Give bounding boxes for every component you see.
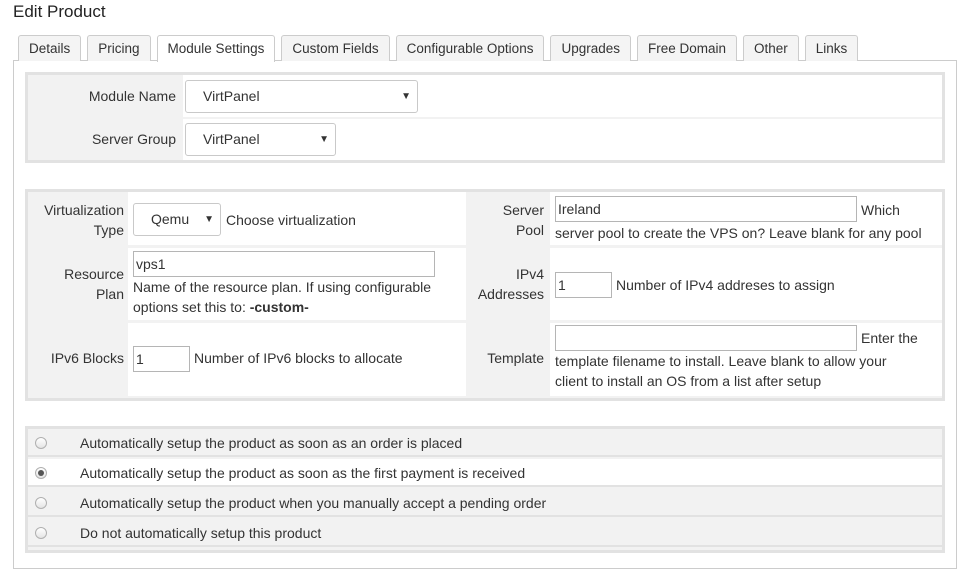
- virtualization-type-label: Virtualization Type: [44, 202, 124, 238]
- tab-configurable-options[interactable]: Configurable Options: [395, 35, 545, 61]
- template-note-2: template filename to install. Leave blan…: [555, 353, 887, 369]
- tab-details[interactable]: Details: [18, 35, 82, 61]
- ipv6-blocks-input[interactable]: 1: [133, 346, 190, 372]
- radio-button-checked[interactable]: [35, 467, 47, 479]
- server-group-label: Server Group: [91, 131, 176, 147]
- setup-option-row[interactable]: Do not automatically setup this product: [28, 519, 942, 547]
- radio-button[interactable]: [35, 527, 47, 539]
- chevron-down-icon: ▼: [401, 91, 411, 102]
- radio-button[interactable]: [35, 497, 47, 509]
- virtualization-type-value: Qemu: [151, 211, 190, 227]
- virtualization-type-note: Choose virtualization: [226, 212, 356, 228]
- ipv4-addresses-input[interactable]: 1: [555, 272, 612, 298]
- tab-upgrades[interactable]: Upgrades: [550, 35, 631, 61]
- tab-content: Module Name VirtPanel ▼ Server Group Vir…: [13, 60, 957, 569]
- setup-option-row[interactable]: Automatically setup the product as soon …: [28, 459, 942, 487]
- module-name-value: VirtPanel: [203, 88, 260, 104]
- ipv4-addresses-note: Number of IPv4 addreses to assign: [616, 277, 835, 293]
- resource-plan-input[interactable]: vps1: [133, 251, 435, 277]
- page-title: Edit Product: [13, 2, 106, 21]
- module-name-select[interactable]: VirtPanel ▼: [185, 80, 418, 113]
- ipv6-blocks-label: IPv6 Blocks: [50, 350, 124, 366]
- server-group-value: VirtPanel: [203, 131, 260, 147]
- ipv6-blocks-note: Number of IPv6 blocks to allocate: [194, 350, 403, 366]
- module-name-row: Module Name VirtPanel ▼: [28, 75, 942, 117]
- template-label: Template: [487, 350, 544, 366]
- server-pool-note-1: Which: [861, 202, 900, 218]
- template-note-1: Enter the: [861, 330, 918, 346]
- tab-free-domain[interactable]: Free Domain: [637, 35, 738, 61]
- server-pool-note-2: server pool to create the VPS on? Leave …: [555, 225, 922, 241]
- setup-option-row[interactable]: Automatically setup the product as soon …: [28, 429, 942, 457]
- tab-links[interactable]: Links: [804, 35, 859, 61]
- template-input[interactable]: [555, 325, 857, 351]
- setup-option-label: Do not automatically setup this product: [80, 525, 322, 541]
- virtualization-type-select[interactable]: Qemu ▼: [133, 203, 221, 236]
- tab-other[interactable]: Other: [743, 35, 799, 61]
- template-note-3: client to install an OS from a list afte…: [555, 373, 822, 389]
- setup-options-panel: Automatically setup the product as soon …: [25, 426, 945, 553]
- resource-plan-note-1: Name of the resource plan. If using conf…: [133, 279, 432, 295]
- server-pool-label: Server Pool: [502, 202, 544, 238]
- setup-option-label: Automatically setup the product when you…: [80, 495, 547, 511]
- tab-bar: Details Pricing Module Settings Custom F…: [18, 35, 864, 62]
- tab-custom-fields[interactable]: Custom Fields: [281, 35, 390, 61]
- server-pool-input[interactable]: Ireland: [555, 196, 857, 222]
- resource-plan-label: Resource Plan: [64, 266, 124, 302]
- chevron-down-icon: ▼: [319, 134, 329, 145]
- module-panel: Module Name VirtPanel ▼ Server Group Vir…: [25, 72, 945, 163]
- tab-module-settings[interactable]: Module Settings: [156, 35, 276, 62]
- config-panel: Virtualization Type Qemu ▼ Choose virtua…: [25, 189, 945, 401]
- setup-option-label: Automatically setup the product as soon …: [80, 465, 526, 481]
- module-name-label: Module Name: [88, 88, 176, 104]
- chevron-down-icon: ▼: [204, 214, 214, 225]
- ipv4-addresses-label: IPv4 Addresses: [477, 266, 544, 302]
- resource-plan-note-2: options set this to: -custom-: [133, 299, 309, 315]
- server-group-select[interactable]: VirtPanel ▼: [185, 123, 336, 156]
- radio-button[interactable]: [35, 437, 47, 449]
- setup-option-label: Automatically setup the product as soon …: [80, 435, 463, 451]
- setup-option-row[interactable]: Automatically setup the product when you…: [28, 489, 942, 517]
- tab-pricing[interactable]: Pricing: [87, 35, 151, 61]
- server-group-row: Server Group VirtPanel ▼: [28, 119, 942, 160]
